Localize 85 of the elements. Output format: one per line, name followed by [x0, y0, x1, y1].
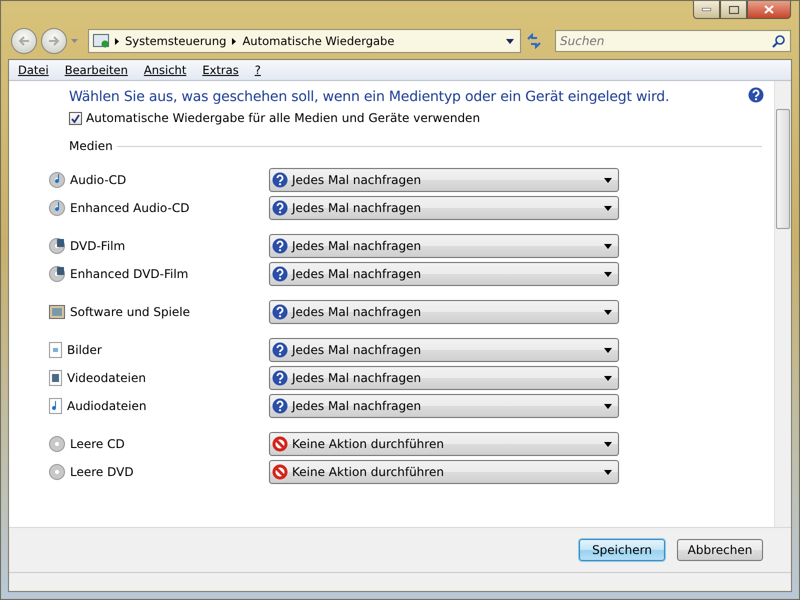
- help-icon: [272, 398, 288, 414]
- checkbox[interactable]: [69, 112, 82, 124]
- breadcrumb-item[interactable]: Systemsteuerung: [125, 34, 226, 48]
- media-type-label: Bilder: [67, 343, 102, 357]
- action-dropdown[interactable]: Jedes Mal nachfragen: [269, 196, 619, 220]
- caret-icon: [604, 272, 612, 276]
- media-type-label: Audiodateien: [67, 399, 146, 413]
- video-disc-icon: [49, 266, 65, 282]
- media-type-label: Leere CD: [70, 437, 125, 451]
- chevron-icon: [232, 38, 236, 44]
- scrollbar[interactable]: [774, 81, 791, 527]
- caret-icon: [604, 442, 612, 446]
- action-dropdown[interactable]: Jedes Mal nachfragen: [269, 300, 619, 324]
- caret-icon: [604, 310, 612, 314]
- minimize-icon: [702, 8, 711, 11]
- chevron-icon: [115, 38, 119, 44]
- checkbox-label[interactable]: Automatische Wiedergabe für alle Medien und Geräte verwenden: [86, 111, 480, 125]
- caret-icon: [604, 206, 612, 210]
- caret-icon: [604, 178, 612, 182]
- maximize-icon: [728, 6, 738, 14]
- forward-arrow-icon: [48, 36, 60, 46]
- address-bar[interactable]: Systemsteuerung Automatische Wiedergabe: [88, 29, 521, 53]
- close-button[interactable]: [747, 1, 791, 19]
- close-icon: [764, 5, 774, 14]
- caret-icon[interactable]: [506, 38, 514, 44]
- menu-item[interactable]: Datei: [18, 63, 49, 77]
- page-heading: Wählen Sie aus, was geschehen soll, wenn ein Medientyp oder ein Gerät eingelegt wird.: [69, 89, 670, 105]
- action-dropdown[interactable]: Keine Aktion durchführen: [269, 460, 619, 484]
- scrollbar-thumb[interactable]: [776, 109, 790, 229]
- disc-icon: [49, 464, 65, 480]
- help-icon: [272, 172, 288, 188]
- action-dropdown[interactable]: Jedes Mal nachfragen: [269, 168, 619, 192]
- action-dropdown[interactable]: Keine Aktion durchführen: [269, 432, 619, 456]
- search-field[interactable]: Suchen: [555, 30, 791, 52]
- menu-item[interactable]: Extras: [202, 63, 239, 77]
- caret-icon: [604, 348, 612, 352]
- dialog-button[interactable]: Speichern: [579, 539, 665, 561]
- help-icon[interactable]: [748, 87, 764, 103]
- search-icon[interactable]: [772, 35, 785, 48]
- picture-file-icon: [49, 342, 62, 358]
- media-type-label: Enhanced Audio-CD: [70, 201, 190, 215]
- media-type-label: DVD-Film: [70, 239, 126, 253]
- prohibited-icon: [272, 436, 288, 452]
- film-file-icon: [49, 370, 62, 386]
- caret-icon: [604, 470, 612, 474]
- caret-icon: [604, 244, 612, 248]
- caret-icon: [604, 404, 612, 408]
- forward-button[interactable]: [41, 28, 67, 54]
- control-panel-icon: [93, 34, 109, 48]
- prohibited-icon: [272, 464, 288, 480]
- section-title: Medien: [69, 139, 113, 153]
- music-file-icon: [49, 398, 62, 414]
- dialog-button[interactable]: Abbrechen: [677, 539, 763, 561]
- minimize-button[interactable]: [693, 1, 720, 19]
- menu-item[interactable]: ?: [254, 63, 261, 77]
- help-icon: [272, 238, 288, 254]
- check-icon: [71, 114, 80, 122]
- help-icon: [272, 342, 288, 358]
- help-icon: [272, 304, 288, 320]
- help-icon: [272, 370, 288, 386]
- menu-item[interactable]: Bearbeiten: [64, 63, 128, 77]
- video-disc-icon: [49, 238, 65, 254]
- caret-icon: [604, 376, 612, 380]
- action-dropdown[interactable]: Jedes Mal nachfragen: [269, 394, 619, 418]
- back-button[interactable]: [11, 28, 37, 54]
- back-arrow-icon: [18, 36, 30, 46]
- media-type-label: Audio-CD: [70, 173, 126, 187]
- refresh-icon[interactable]: [525, 33, 543, 49]
- action-dropdown[interactable]: Jedes Mal nachfragen: [269, 262, 619, 286]
- media-type-label: Software und Spiele: [70, 305, 190, 319]
- audio-disc-icon: [49, 172, 65, 188]
- help-icon: [272, 200, 288, 216]
- media-type-label: Enhanced DVD-Film: [70, 267, 188, 281]
- maximize-button[interactable]: [720, 1, 747, 19]
- help-icon: [272, 266, 288, 282]
- media-type-label: Videodateien: [67, 371, 146, 385]
- software-box-icon: [49, 304, 65, 320]
- breadcrumb-item[interactable]: Automatische Wiedergabe: [242, 34, 394, 48]
- action-dropdown[interactable]: Jedes Mal nachfragen: [269, 234, 619, 258]
- menu-item[interactable]: Ansicht: [144, 63, 186, 77]
- action-dropdown[interactable]: Jedes Mal nachfragen: [269, 338, 619, 362]
- audio-disc-icon: [49, 200, 65, 216]
- disc-icon: [49, 436, 65, 452]
- action-dropdown[interactable]: Jedes Mal nachfragen: [269, 366, 619, 390]
- media-type-label: Leere DVD: [70, 465, 134, 479]
